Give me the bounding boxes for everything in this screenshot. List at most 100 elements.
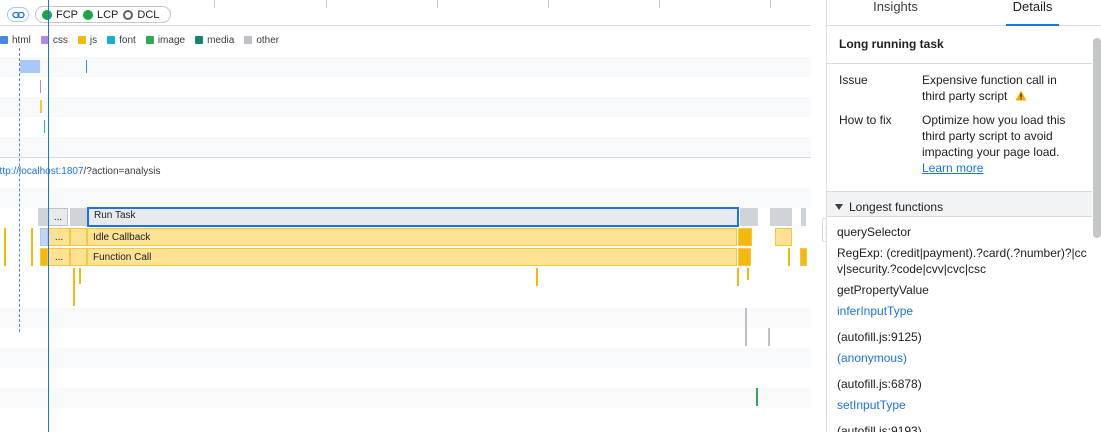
call-sliver[interactable] [737, 268, 739, 286]
ruler-tick [770, 0, 771, 8]
fix-row: How to fix Optimize how you load this th… [827, 112, 1092, 176]
thread-lane [0, 188, 811, 208]
network-lane [0, 57, 811, 77]
idle-callback-bar[interactable]: Idle Callback [87, 228, 737, 246]
function-call-label: Function Call [93, 252, 152, 263]
network-request-bar[interactable] [20, 60, 40, 73]
call-bar[interactable] [738, 228, 752, 246]
call-bar-collapsed[interactable]: ... [48, 228, 70, 246]
task-bar[interactable] [38, 208, 48, 226]
warning-icon [1015, 90, 1027, 101]
call-sliver[interactable] [745, 308, 747, 346]
legend-swatch [244, 36, 253, 44]
call-bar-collapsed[interactable]: ... [48, 248, 70, 266]
thread-host[interactable]: http://localhost:1807 [0, 166, 84, 177]
function-link[interactable]: inferInputType [837, 303, 1089, 319]
network-request-bar[interactable] [86, 60, 87, 73]
function-call-bar[interactable]: Function Call [87, 248, 737, 266]
legend-item: media [195, 35, 234, 46]
link-icon [11, 11, 25, 18]
network-lane [0, 117, 811, 137]
call-bar[interactable] [800, 248, 807, 266]
task-bar[interactable] [740, 208, 758, 226]
call-sliver[interactable] [788, 248, 790, 266]
network-request-bar[interactable] [44, 120, 45, 133]
call-bar[interactable] [40, 228, 48, 246]
issue-text: Expensive function call in third party s… [922, 73, 1057, 103]
track-divider [0, 157, 811, 158]
dcl-ring-icon [123, 9, 134, 20]
fix-text: Optimize how you load this third party s… [922, 113, 1066, 159]
marker-lcp[interactable]: LCP [83, 9, 118, 21]
tab-details[interactable]: Details [964, 0, 1101, 26]
panel-scrollbar[interactable] [1093, 38, 1101, 238]
legend-label: other [256, 34, 280, 46]
legend-label: image [157, 34, 186, 46]
link-toggle-button[interactable] [7, 7, 29, 22]
marker-dcl[interactable]: DCL [123, 9, 159, 21]
function-name: getPropertyValue [837, 283, 929, 297]
call-sliver[interactable] [4, 228, 6, 266]
ruler-tick [659, 0, 660, 8]
marker-dcl-label: DCL [137, 8, 160, 21]
legend-label: font [119, 34, 136, 46]
lcp-dot-icon [83, 9, 93, 20]
ellipsis-label: ... [54, 232, 64, 243]
legend-label: js [89, 34, 98, 46]
call-bar[interactable] [70, 228, 87, 246]
tab-insights[interactable]: Insights [827, 0, 964, 25]
legend-swatch [0, 36, 8, 44]
fcp-dot-icon [42, 9, 52, 20]
network-lane [0, 97, 811, 117]
function-name: querySelector [837, 225, 912, 239]
idle-callback-label: Idle Callback [93, 232, 151, 243]
call-sliver[interactable] [747, 268, 749, 280]
thread-lane [0, 348, 811, 368]
task-bar[interactable] [801, 208, 806, 226]
thread-lane [0, 308, 811, 328]
function-name: RegExp: (credit|payment).?card(.?number)… [837, 246, 1087, 276]
section-label: Longest functions [849, 200, 944, 214]
function-link[interactable]: setInputType [837, 397, 1089, 413]
lcp-marker-line [48, 0, 49, 432]
task-bar[interactable] [70, 208, 87, 226]
call-bar[interactable] [775, 228, 792, 246]
call-sliver[interactable] [31, 228, 33, 266]
call-sliver[interactable] [768, 328, 770, 346]
legend-swatch [195, 36, 204, 44]
network-request-bar[interactable] [40, 80, 41, 93]
call-sliver[interactable] [756, 388, 758, 406]
fix-value: Optimize how you load this third party s… [922, 112, 1082, 176]
function-link[interactable]: (anonymous) [837, 350, 1089, 366]
dcl-marker-line [19, 48, 20, 332]
legend-swatch [77, 36, 86, 44]
network-lane [0, 77, 811, 97]
issue-label: Issue [839, 73, 868, 87]
legend-label: html [12, 34, 31, 46]
function-location: (autofill.js:9193) [837, 424, 922, 432]
timeline[interactable]: FCP LCP DCL html css js font image media… [0, 0, 811, 432]
longest-functions-header[interactable]: Longest functions [827, 191, 1092, 217]
call-bar[interactable] [40, 248, 48, 266]
call-sliver[interactable] [536, 268, 538, 286]
call-sliver[interactable] [79, 268, 81, 284]
function-location: (autofill.js:6878) [837, 377, 922, 391]
call-sliver[interactable] [73, 268, 75, 306]
legend-item: font [107, 35, 136, 46]
triangle-down-icon [835, 204, 843, 210]
run-task-bar-selected[interactable]: Run Task [87, 207, 739, 227]
call-bar[interactable] [738, 248, 751, 266]
learn-more-link[interactable]: Learn more [922, 161, 983, 175]
panel-tabs: Insights Details [827, 0, 1101, 26]
marker-lcp-label: LCP [97, 8, 119, 21]
network-request-bar[interactable] [40, 100, 42, 113]
call-bar[interactable] [70, 248, 87, 266]
longest-functions-list: querySelector RegExp: (credit|payment).?… [837, 224, 1089, 432]
thread-lane [0, 388, 811, 408]
legend-item: html [0, 35, 31, 46]
legend-swatch [107, 36, 116, 44]
task-bar[interactable] [770, 208, 792, 226]
legend-label: media [207, 34, 235, 46]
task-bar-collapsed[interactable]: ... [48, 208, 68, 226]
ruler-tick [326, 0, 327, 8]
